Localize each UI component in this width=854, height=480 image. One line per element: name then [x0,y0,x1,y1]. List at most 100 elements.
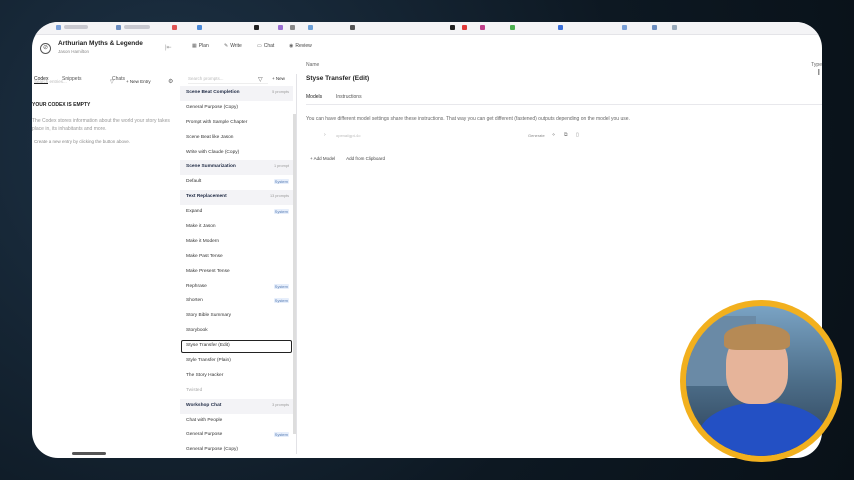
system-badge: System [273,432,289,438]
prompt-group-header[interactable]: Workshop Chat 3 prompts [180,398,293,414]
prompt-label: Workshop Chat [186,402,222,408]
prompt-list-item[interactable]: Scene Beat like Jason [180,131,293,146]
bookmark-icon[interactable] [652,25,657,30]
prompt-list-item[interactable]: Rephrase System [180,280,293,295]
bookmark-icon[interactable] [622,25,627,30]
collapse-sidebar-icon[interactable]: |⇤ [165,44,172,51]
presenter-hair [724,324,790,350]
model-row[interactable]: › openai/gpt-4o Generate ⋄ ⧉ ▯ [306,130,596,142]
prompt-list-scrollbar[interactable] [293,114,296,434]
prompt-label: Styse Transfer (Edit) [186,343,230,349]
prompt-list-item[interactable]: The Story Hacker [180,369,293,384]
prompt-list-item[interactable]: Expand System [180,205,293,220]
bookmark-icon[interactable] [254,25,259,30]
bookmark-icon[interactable] [462,25,467,30]
top-bar: ⊘ Arthurian Myths & Legende Jason Hamilt… [32,34,822,84]
codex-search-input[interactable]: Search entries... [34,79,104,84]
prompt-list-item[interactable]: Prompt with Sample Chapter [180,116,293,131]
bookmark-item[interactable] [124,25,150,29]
bookmark-icon[interactable] [56,25,61,30]
bookmark-icon[interactable] [558,25,563,30]
prompt-group-count: 5 prompts [272,90,289,94]
prompt-list-item[interactable]: Write with Claude (Copy) [180,146,293,161]
bookmark-icon[interactable] [308,25,313,30]
prompt-list-item[interactable]: Make Present Tense [180,265,293,280]
prompt-list-item[interactable]: Storybook [180,324,293,339]
bookmark-icon[interactable] [278,25,283,30]
gear-icon[interactable]: ⚙ [168,78,173,85]
chat-icon: ▭ [257,43,262,49]
prompt-list-item[interactable]: Make Past Tense [180,250,293,265]
prompt-list-item[interactable]: Story Bible Summary [180,309,293,324]
webcam-overlay [680,300,842,462]
tab-models[interactable]: Models [306,94,322,100]
prompt-list-item[interactable]: Make it Jason [180,220,293,235]
add-model-button[interactable]: + Add Model [310,156,335,161]
type-column-label: Type [811,62,822,68]
horizontal-scrollbar[interactable] [72,452,106,455]
tab-divider [306,104,822,105]
prompt-label: Make it Jason [186,224,216,230]
settings-icon[interactable]: ⋄ [552,132,555,138]
copy-icon[interactable]: ⧉ [564,132,568,138]
tab-instructions[interactable]: Instructions [336,94,362,100]
prompt-group-header[interactable]: Text Replacement 13 prompts [180,190,293,206]
prompt-label: Make Past Tense [186,253,223,259]
prompt-label: Rephrase [186,283,207,289]
prompt-list-item[interactable]: Styse Transfer (Edit) [180,339,293,354]
prompt-label: Make it Modern [186,238,220,244]
grid-icon: ▦ [192,43,197,49]
bookmark-icon[interactable] [290,25,295,30]
system-badge: System [273,179,289,185]
prompt-list-item[interactable]: Shorten System [180,294,293,309]
prompt-list-item[interactable]: General Purpose System [180,428,293,443]
prompt-group-header[interactable]: Scene Beat Completion 5 prompts [180,86,293,101]
new-entry-button[interactable]: + New Entry [126,79,151,84]
bookmark-icon[interactable] [450,25,455,30]
prompt-list-item[interactable]: General Purpose (Copy) [180,101,293,116]
mode-write-button[interactable]: ✎ Write [224,43,242,49]
prompt-label: General Purpose (Copy) [186,447,238,453]
system-badge: System [273,283,289,289]
app-logo-icon[interactable]: ⊘ [40,43,51,54]
prompt-label: Scene Beat like Jason [186,134,234,140]
generate-option[interactable]: Generate [528,133,545,138]
prompt-list-item[interactable]: Chat with People [180,414,293,429]
prompt-list-item[interactable]: Twisted [180,384,293,399]
model-name[interactable]: openai/gpt-4o [336,133,360,138]
add-from-clipboard-button[interactable]: Add from Clipboard [346,156,385,161]
bookmark-item[interactable] [64,25,88,29]
prompt-list-item[interactable]: Make it Modern [180,235,293,250]
text-cursor-icon: I [817,68,820,77]
bookmark-icon[interactable] [172,25,177,30]
system-badge: System [273,209,289,215]
mode-chat-button[interactable]: ▭ Chat [257,43,274,49]
prompt-search-input[interactable]: Search prompts... [188,76,268,84]
bookmark-icon[interactable] [350,25,355,30]
models-hint: You can have different model settings sh… [306,116,630,122]
trash-icon[interactable]: ▯ [576,132,579,138]
chevron-right-icon[interactable]: › [324,132,326,138]
prompt-group-header[interactable]: Scene Summarization 1 prompt [180,160,293,176]
codex-empty-body: The Codex stores information about the w… [32,118,170,132]
bookmark-icon[interactable] [672,25,677,30]
prompt-label: Style Transfer (Plain) [186,358,231,364]
bookmark-icon[interactable] [510,25,515,30]
prompt-name-field[interactable]: Styse Transfer (Edit) [306,75,369,82]
bookmark-icon[interactable] [116,25,121,30]
bookmark-icon[interactable] [480,25,485,30]
mode-plan-button[interactable]: ▦ Plan [192,43,209,49]
project-title[interactable]: Arthurian Myths & Legende [58,40,143,47]
prompt-list-item[interactable]: Style Transfer (Plain) [180,354,293,369]
prompt-label: Make Present Tense [186,268,230,274]
mode-review-button[interactable]: ◉ Review [289,43,312,49]
codex-toolbar: Search entries... ▽ + New Entry ⚙ [32,78,180,90]
prompt-list-item[interactable]: Default System [180,175,293,190]
bookmark-icon[interactable] [197,25,202,30]
filter-icon[interactable]: ▽ [258,76,263,83]
new-prompt-button[interactable]: + New [272,76,285,81]
prompt-label: Storybook [186,328,208,334]
prompt-list-item[interactable]: General Purpose (Copy) [180,443,293,458]
filter-icon[interactable]: ▽ [110,79,114,85]
prompt-label: Text Replacement [186,194,227,200]
